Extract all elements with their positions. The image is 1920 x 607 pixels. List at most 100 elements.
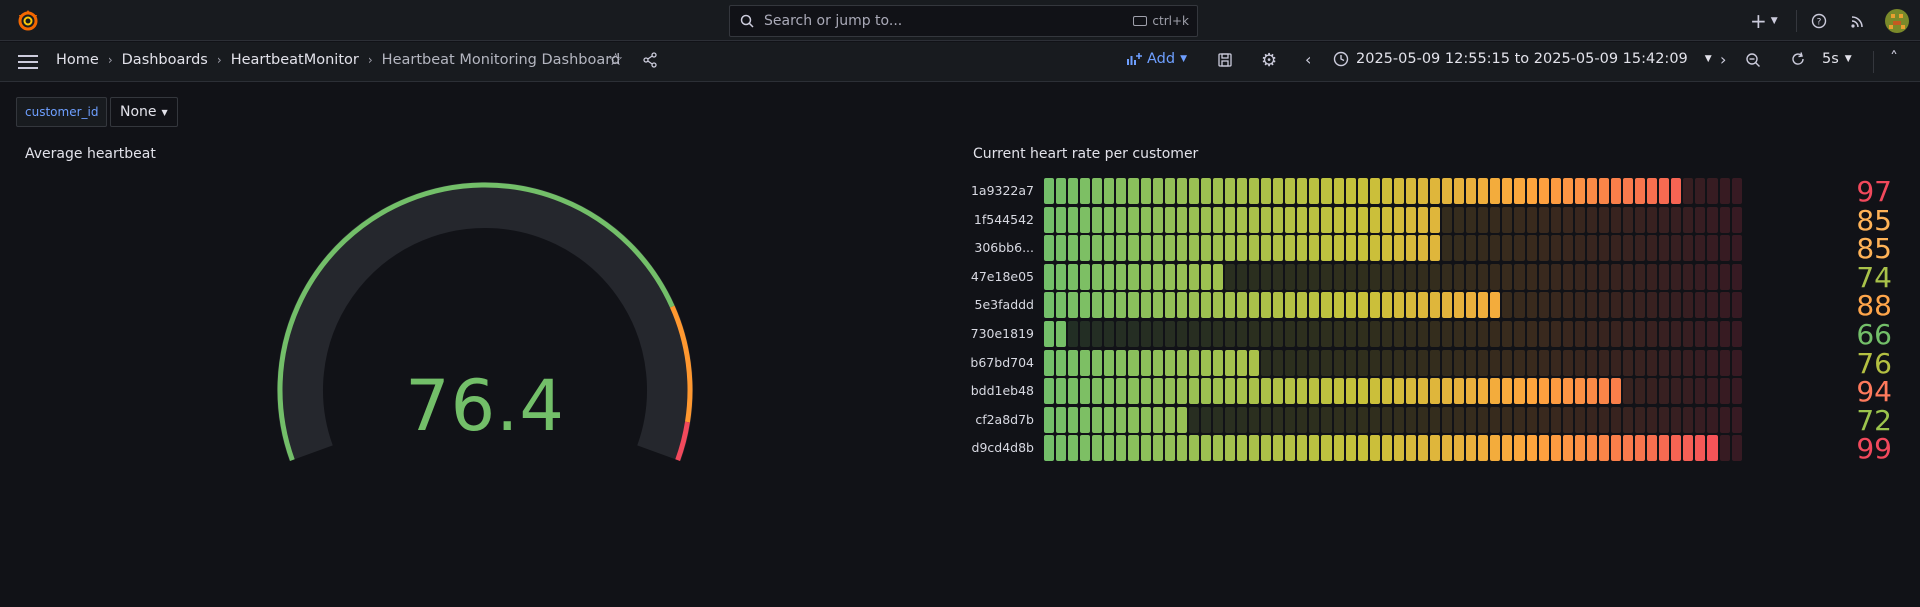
breadcrumb-dashboards[interactable]: Dashboards xyxy=(122,52,208,68)
user-avatar[interactable] xyxy=(1885,8,1909,34)
bar-gauge-cell xyxy=(1635,378,1646,405)
bar-gauge-cell xyxy=(1261,321,1272,347)
share-icon[interactable] xyxy=(642,52,658,72)
bar-gauge-cell xyxy=(1056,292,1067,319)
bar-gauge-cell xyxy=(1707,349,1718,376)
bar-gauge-cell xyxy=(1731,435,1742,462)
divider xyxy=(1873,51,1874,73)
bar-gauge-cell xyxy=(1454,235,1465,262)
bar-gauge-cell xyxy=(1659,406,1670,433)
bar-gauge-cell xyxy=(1357,206,1368,233)
bar-gauge-cell xyxy=(1623,235,1634,262)
bar-gauge-cell xyxy=(1659,263,1670,290)
zoom-out-icon[interactable] xyxy=(1745,52,1761,72)
bar-gauge-cell xyxy=(1478,263,1489,290)
star-icon[interactable]: ☆ xyxy=(608,50,623,70)
time-shift-forward-icon[interactable]: › xyxy=(1720,50,1726,69)
refresh-picker[interactable]: 5s ▼ xyxy=(1790,51,1852,67)
bar-gauge-cell xyxy=(1683,206,1694,233)
bar-gauge-cell xyxy=(1188,406,1199,433)
bar-gauge-cell xyxy=(1417,235,1428,262)
bar-gauge-cell xyxy=(1550,206,1561,233)
bar-gauge-cell xyxy=(1357,378,1368,405)
bar-gauge-cell xyxy=(1188,292,1199,319)
bar-gauge-cell xyxy=(1261,178,1272,204)
bar-gauge-cell xyxy=(1562,321,1573,347)
bar-gauge-cell xyxy=(1249,235,1260,262)
collapse-chevron-up-icon[interactable]: ˄ xyxy=(1890,48,1898,67)
bar-gauge-cell xyxy=(1345,263,1356,290)
bar-gauge-cell xyxy=(1200,178,1211,204)
menu-icon[interactable] xyxy=(18,55,38,69)
time-range-picker[interactable]: 2025-05-09 12:55:15 to 2025-05-09 15:42:… xyxy=(1333,51,1712,67)
bar-gauge-cell xyxy=(1538,263,1549,290)
bar-gauge-cell xyxy=(1454,406,1465,433)
bar-gauge-cell xyxy=(1140,206,1151,233)
time-shift-back-icon[interactable]: ‹ xyxy=(1305,50,1311,69)
bar-gauge-cell xyxy=(1562,349,1573,376)
bar-gauge-cell xyxy=(1442,378,1453,405)
grafana-logo-icon[interactable] xyxy=(16,9,40,33)
breadcrumb-folder[interactable]: HeartbeatMonitor xyxy=(231,52,359,68)
save-icon[interactable] xyxy=(1217,52,1233,72)
bar-gauge-cell xyxy=(1586,406,1597,433)
bar-gauge-cell xyxy=(1659,435,1670,462)
bar-gauge-cell xyxy=(1200,378,1211,405)
bar-gauge-cell xyxy=(1345,206,1356,233)
breadcrumb-home[interactable]: Home xyxy=(56,52,99,68)
bar-gauge-cell xyxy=(1719,263,1730,290)
bar-gauge-cell xyxy=(1237,406,1248,433)
bar-gauge-cell xyxy=(1478,435,1489,462)
bar-gauge-cell xyxy=(1550,292,1561,319)
bar-gauge-cell xyxy=(1526,206,1537,233)
bar-gauge-cell xyxy=(1140,406,1151,433)
bar-gauge-label: 1f544542 xyxy=(973,211,1034,227)
bar-gauge-cell xyxy=(1164,406,1175,433)
bar-gauge-cell xyxy=(1164,321,1175,347)
bar-gauge-cell xyxy=(1623,263,1634,290)
bar-gauge-cell xyxy=(1140,263,1151,290)
bar-gauge-cell xyxy=(1321,406,1332,433)
search-input[interactable]: Search or jump to... ctrl+k xyxy=(729,5,1198,37)
bar-gauge-cell xyxy=(1502,406,1513,433)
settings-gear-icon[interactable]: ⚙ xyxy=(1261,50,1277,71)
bar-gauge-cell xyxy=(1417,321,1428,347)
bar-gauge-cell xyxy=(1080,349,1091,376)
bar-gauge-cell xyxy=(1056,178,1067,204)
bar-gauge-cell xyxy=(1731,178,1742,204)
bar-gauge-cell xyxy=(1526,292,1537,319)
variable-select[interactable]: None ▼ xyxy=(110,97,178,127)
bar-gauge-cell xyxy=(1369,378,1380,405)
bar-gauge-cell xyxy=(1442,263,1453,290)
add-label: Add xyxy=(1147,51,1176,67)
bar-gauge-cell xyxy=(1068,378,1079,405)
news-button[interactable] xyxy=(1850,8,1866,34)
help-button[interactable]: ? xyxy=(1811,8,1827,34)
bar-gauge-cell xyxy=(1273,235,1284,262)
bar-gauge-cell xyxy=(1405,321,1416,347)
time-range-text: 2025-05-09 12:55:15 to 2025-05-09 15:42:… xyxy=(1356,51,1688,67)
bar-gauge-label: cf2a8d7b xyxy=(975,411,1034,427)
bar-gauge-cell xyxy=(1695,206,1706,233)
bar-gauge-cell xyxy=(1104,263,1115,290)
bar-gauge-cell xyxy=(1381,292,1392,319)
bar-gauge-cell xyxy=(1659,321,1670,347)
bar-gauge-cell xyxy=(1586,378,1597,405)
bar-gauge-label: b67bd704 xyxy=(970,354,1034,370)
bar-gauge-cell xyxy=(1635,435,1646,462)
bar-gauge-label: bdd1eb48 xyxy=(970,383,1034,399)
bar-gauge-cell xyxy=(1357,263,1368,290)
bar-gauge-cell xyxy=(1188,378,1199,405)
bar-gauge-cell xyxy=(1671,178,1682,204)
bar-gauge-cell xyxy=(1442,292,1453,319)
new-menu-button[interactable]: + ▼ xyxy=(1750,8,1778,34)
add-button[interactable]: Add ▼ xyxy=(1126,51,1187,67)
bar-gauge-cell xyxy=(1586,206,1597,233)
bar-gauge-cell xyxy=(1357,349,1368,376)
bar-gauge-cell xyxy=(1478,321,1489,347)
bar-gauge-cell xyxy=(1647,206,1658,233)
bar-gauge-cell xyxy=(1164,378,1175,405)
bar-gauge-row: b67bd704 76 xyxy=(970,347,1910,380)
bar-gauge-cell xyxy=(1598,235,1609,262)
bar-gauge-cell xyxy=(1224,178,1235,204)
